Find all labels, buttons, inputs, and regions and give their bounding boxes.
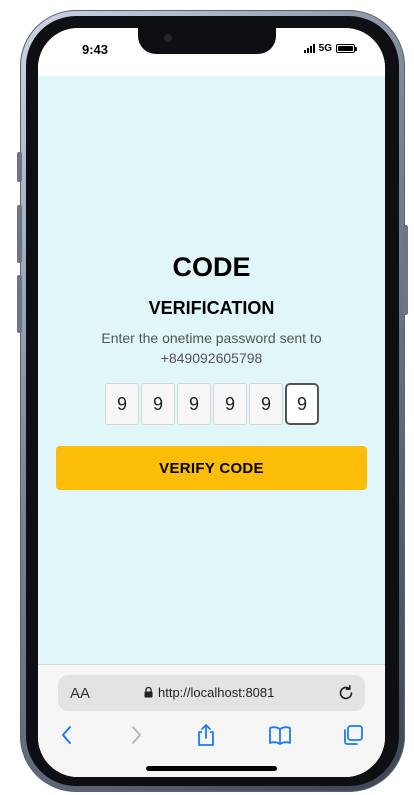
battery-icon xyxy=(336,44,357,53)
bookmarks-icon[interactable] xyxy=(268,723,292,747)
otp-input-group xyxy=(105,383,319,425)
reload-icon[interactable] xyxy=(337,683,355,703)
otp-digit-6[interactable] xyxy=(285,383,319,425)
home-indicator xyxy=(146,766,277,771)
mute-switch xyxy=(17,152,22,182)
status-indicators: 5G xyxy=(303,43,357,54)
network-type: 5G xyxy=(318,43,332,54)
lock-icon xyxy=(144,687,153,698)
phone-number: +849092605798 xyxy=(160,350,263,366)
otp-digit-2[interactable] xyxy=(141,383,175,425)
back-icon[interactable] xyxy=(60,723,74,747)
url-text: http://localhost:8081 xyxy=(158,685,275,700)
otp-digit-5[interactable] xyxy=(249,383,283,425)
tabs-icon[interactable] xyxy=(342,723,364,747)
otp-digit-3[interactable] xyxy=(177,383,211,425)
otp-digit-4[interactable] xyxy=(213,383,247,425)
page-title: CODE xyxy=(172,252,251,282)
forward-icon[interactable] xyxy=(129,723,143,747)
safari-toolbar: AA http://localhost:8081 xyxy=(38,664,385,777)
verify-code-button[interactable]: VERIFY CODE xyxy=(56,446,367,490)
otp-instructions-text: Enter the onetime password sent to xyxy=(101,330,322,346)
notch xyxy=(138,28,276,54)
verification-page: CODE VERIFICATION Enter the onetime pass… xyxy=(38,76,385,664)
status-bar: 9:43 5G xyxy=(38,28,385,76)
status-time: 9:43 xyxy=(82,42,109,57)
share-icon[interactable] xyxy=(196,723,216,747)
otp-digit-1[interactable] xyxy=(105,383,139,425)
signal-icon xyxy=(303,44,315,53)
power-button xyxy=(403,225,408,315)
address-bar[interactable]: AA http://localhost:8081 xyxy=(58,675,365,711)
phone-screen: 9:43 5G CODE VERIFICATION Enter the onet… xyxy=(38,28,385,777)
text-size-button[interactable]: AA xyxy=(70,685,90,702)
volume-down-button xyxy=(17,275,22,333)
page-subtitle: VERIFICATION xyxy=(148,298,275,318)
otp-instructions: Enter the onetime password sent to +8490… xyxy=(68,328,355,368)
browser-nav xyxy=(38,723,385,753)
front-camera xyxy=(164,34,172,42)
volume-up-button xyxy=(17,205,22,263)
url-display[interactable]: http://localhost:8081 xyxy=(144,685,274,700)
